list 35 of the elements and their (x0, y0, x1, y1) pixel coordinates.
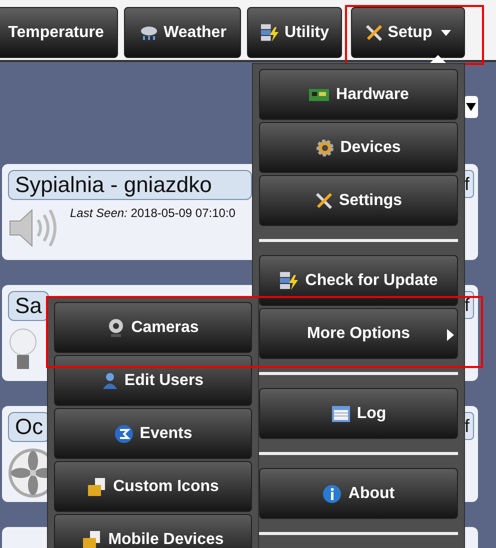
nav-button[interactable]: Temperature (0, 7, 118, 58)
menu-item[interactable]: Mobile Devices (54, 514, 252, 548)
last-seen-text: Last Seen: 2018-05-09 07:10:0 (70, 206, 236, 220)
tools-icon (364, 24, 383, 42)
webcam-icon (107, 318, 126, 338)
menu-item[interactable]: Log (259, 388, 458, 439)
tools-icon (314, 192, 333, 210)
nav-button[interactable]: Utility (247, 7, 342, 58)
server-bolt-icon (279, 270, 300, 290)
rain-cloud-icon (138, 24, 159, 40)
gear-icon (316, 138, 334, 156)
menu-item[interactable]: Settings (259, 175, 458, 226)
menu-item[interactable]: More Options (259, 308, 458, 359)
menu-item[interactable]: Cameras (54, 302, 252, 353)
box-icon (82, 530, 102, 548)
menu-item[interactable]: Edit Users (54, 355, 252, 406)
menu-item[interactable]: Check for Update (259, 255, 458, 306)
nav-button[interactable]: Setup (351, 7, 465, 58)
events-icon (114, 424, 134, 444)
list-icon (330, 404, 351, 422)
menu-item[interactable]: About (259, 468, 458, 519)
caret-icon (441, 30, 452, 36)
device-name: Sa (8, 291, 49, 321)
device-name: Sypialnia - gniazdko (8, 170, 252, 200)
speaker-icon (8, 206, 58, 250)
box-icon (87, 476, 108, 496)
menu-item[interactable]: Hardware (259, 69, 458, 120)
menu-item[interactable]: Events (54, 408, 252, 459)
server-bolt-icon (260, 22, 280, 42)
circuit-board-icon (308, 86, 330, 102)
info-icon (322, 484, 342, 504)
menu-item[interactable]: Custom Icons (54, 461, 252, 512)
user-icon (102, 372, 118, 390)
nav-button[interactable]: Weather (124, 7, 241, 58)
menu-item[interactable]: Devices (259, 122, 458, 173)
